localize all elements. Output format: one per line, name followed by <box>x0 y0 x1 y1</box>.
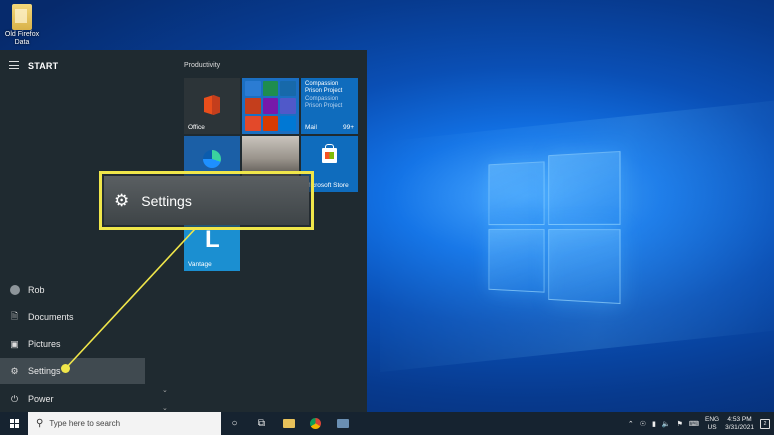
rail-item-label: Power <box>28 394 54 404</box>
clock-date: 3/31/2021 <box>725 424 754 432</box>
tile-label: Office <box>188 124 205 131</box>
tile-mail[interactable]: Compassion Prison Project Compassion Pri… <box>301 78 358 134</box>
start-rail: START Rob 🗎 Documents ▣ Pictures ⚙ Setti… <box>0 50 168 412</box>
chevron-down-icon[interactable]: ⌄ <box>162 404 168 412</box>
battery-icon[interactable]: ▮ <box>652 420 656 428</box>
tile-office-apps[interactable] <box>242 78 299 134</box>
avatar <box>9 285 20 296</box>
chevron-down-icon[interactable]: ⌄ <box>162 386 168 394</box>
rail-item-user[interactable]: Rob <box>0 277 145 303</box>
gear-icon: ⚙ <box>9 366 20 377</box>
language-indicator[interactable]: ENG US <box>705 416 719 432</box>
store-icon <box>322 148 337 163</box>
powerpoint-icon <box>245 98 261 113</box>
notification-icon[interactable]: 2 <box>760 419 770 429</box>
clock[interactable]: 4:53 PM 3/31/2021 <box>725 416 754 432</box>
document-icon: 🗎 <box>9 312 20 323</box>
tile-label: Vantage <box>188 261 212 268</box>
publisher-icon <box>263 116 279 131</box>
notification-count: 2 <box>764 421 767 427</box>
start-menu: START Rob 🗎 Documents ▣ Pictures ⚙ Setti… <box>0 50 367 412</box>
windows-icon <box>10 419 19 428</box>
chevron-up-icon[interactable]: ⌃ <box>628 420 634 428</box>
language-code: ENG <box>705 416 719 424</box>
meet-now-icon[interactable]: ☉ <box>640 420 646 428</box>
mail-title: Compassion Prison Project <box>305 81 355 95</box>
chrome-icon[interactable] <box>302 412 329 435</box>
clock-time: 4:53 PM <box>725 416 754 424</box>
search-placeholder: Type here to search <box>49 419 120 428</box>
rail-item-settings[interactable]: ⚙ Settings <box>0 358 145 384</box>
desktop-folder-icon[interactable]: Old Firefox Data <box>2 4 42 47</box>
onedrive-icon <box>280 116 296 131</box>
network-app-icon[interactable] <box>329 412 356 435</box>
office-icon <box>204 95 220 115</box>
tile-office[interactable]: Office <box>184 78 240 134</box>
tile-label: Mail <box>305 124 317 131</box>
outlook-icon <box>280 81 296 96</box>
edge-icon <box>203 150 221 168</box>
callout-dot <box>61 364 70 373</box>
callout-label: Settings <box>141 193 192 209</box>
access-icon <box>245 116 261 131</box>
search-box[interactable]: ⚲ Type here to search <box>28 412 221 435</box>
onenote-icon <box>263 98 279 113</box>
search-icon: ⚲ <box>36 418 43 429</box>
start-title: START <box>28 61 58 71</box>
desktop-icon-label: Old Firefox Data <box>2 31 42 47</box>
rail-item-label: Rob <box>28 285 45 295</box>
picture-icon: ▣ <box>9 339 20 350</box>
rail-item-label: Pictures <box>28 339 61 349</box>
rail-item-label: Settings <box>28 366 61 376</box>
callout-inner: ⚙ Settings <box>104 176 309 225</box>
rail-item-power[interactable]: ⏻ Power <box>0 386 145 412</box>
region-code: US <box>705 424 719 432</box>
security-icon[interactable]: ⚑ <box>677 420 683 428</box>
volume-icon[interactable]: 🔈 <box>662 420 671 428</box>
rail-item-label: Documents <box>28 312 74 322</box>
mail-subtitle: Compassion Prison Project <box>305 96 355 110</box>
windows-logo-wallpaper <box>488 151 620 304</box>
system-tray: ⌃ ☉ ▮ 🔈 ⚑ ⌨ ENG US 4:53 PM 3/31/2021 2 <box>628 412 774 435</box>
rail-item-pictures[interactable]: ▣ Pictures <box>0 331 145 357</box>
gear-icon: ⚙ <box>114 191 129 211</box>
power-icon: ⏻ <box>9 394 20 405</box>
excel-icon <box>263 81 279 96</box>
folder-icon <box>12 4 32 30</box>
keyboard-icon[interactable]: ⌨ <box>689 420 699 428</box>
rail-item-documents[interactable]: 🗎 Documents <box>0 304 145 330</box>
start-button[interactable] <box>0 412 28 435</box>
hamburger-icon[interactable] <box>9 61 19 69</box>
task-view-icon[interactable]: ⧉ <box>248 412 275 435</box>
mail-count: 99+ <box>343 124 354 131</box>
vantage-icon: L <box>205 226 220 254</box>
tile-group-label: Productivity <box>184 62 220 69</box>
word-icon <box>245 81 261 96</box>
file-explorer-icon[interactable] <box>275 412 302 435</box>
teams-icon <box>280 98 296 113</box>
taskbar: ⚲ Type here to search ○ ⧉ ⌃ ☉ ▮ 🔈 ⚑ ⌨ EN… <box>0 412 774 435</box>
settings-callout[interactable]: ⚙ Settings <box>99 171 314 230</box>
cortana-icon[interactable]: ○ <box>221 412 248 435</box>
